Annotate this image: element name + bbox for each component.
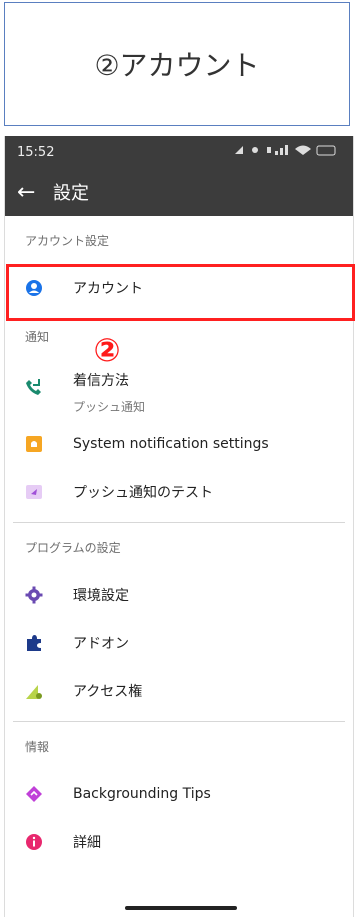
status-time: 15:52	[17, 144, 55, 160]
incoming-method-sub: プッシュ通知	[73, 400, 146, 414]
preferences-label: 環境設定	[73, 588, 129, 604]
app-bar: ← 設定	[5, 168, 353, 216]
status-bar: 15:52 40	[5, 136, 353, 168]
permission-icon	[25, 682, 43, 700]
permissions-label: アクセス権	[73, 684, 143, 700]
list-item-push-test[interactable]: プッシュ通知のテスト	[5, 468, 353, 516]
section-header-program: プログラムの設定	[25, 540, 121, 555]
page-title: 設定	[53, 183, 89, 204]
list-item-details[interactable]: 詳細	[5, 818, 353, 866]
list-item-addons[interactable]: アドオン	[5, 619, 353, 667]
system-notification-label: System notification settings	[73, 436, 269, 452]
caption-text: ②アカウント	[94, 49, 260, 82]
list-item-permissions[interactable]: アクセス権	[5, 667, 353, 715]
tips-diamond-icon	[25, 785, 43, 803]
caption-box: ②アカウント	[4, 2, 350, 126]
step-number: ②	[93, 331, 121, 369]
section-header-account: アカウント設定	[25, 233, 110, 248]
push-test-label: プッシュ通知のテスト	[73, 485, 213, 501]
info-icon	[25, 833, 43, 851]
backgrounding-tips-label: Backgrounding Tips	[73, 786, 211, 802]
list-item-backgrounding-tips[interactable]: Backgrounding Tips	[5, 770, 353, 818]
addons-label: アドオン	[73, 636, 129, 652]
list-item-preferences[interactable]: 環境設定	[5, 571, 353, 619]
details-label: 詳細	[73, 835, 101, 851]
phone-screen: 15:52 40 ← 設定 アカウント設定	[4, 136, 354, 917]
list-item-system-notification[interactable]: System notification settings	[5, 420, 353, 468]
back-arrow-icon[interactable]: ←	[17, 180, 53, 205]
status-icons: 40	[233, 143, 341, 161]
push-test-icon	[25, 483, 43, 501]
phone-callback-icon	[25, 378, 43, 396]
list-item-account[interactable]: アカウント	[5, 264, 353, 312]
section-header-notification: 通知	[25, 329, 50, 344]
list-item-incoming-method[interactable]: 着信方法 プッシュ通知	[5, 360, 353, 420]
account-label: アカウント	[73, 281, 143, 297]
account-circle-icon	[25, 279, 43, 297]
incoming-method-label: 着信方法	[73, 373, 129, 389]
puzzle-icon	[25, 634, 43, 652]
gesture-nav-bar[interactable]	[125, 906, 237, 910]
gear-icon	[25, 586, 43, 604]
section-header-info: 情報	[25, 739, 50, 754]
notification-bell-icon	[25, 435, 43, 453]
